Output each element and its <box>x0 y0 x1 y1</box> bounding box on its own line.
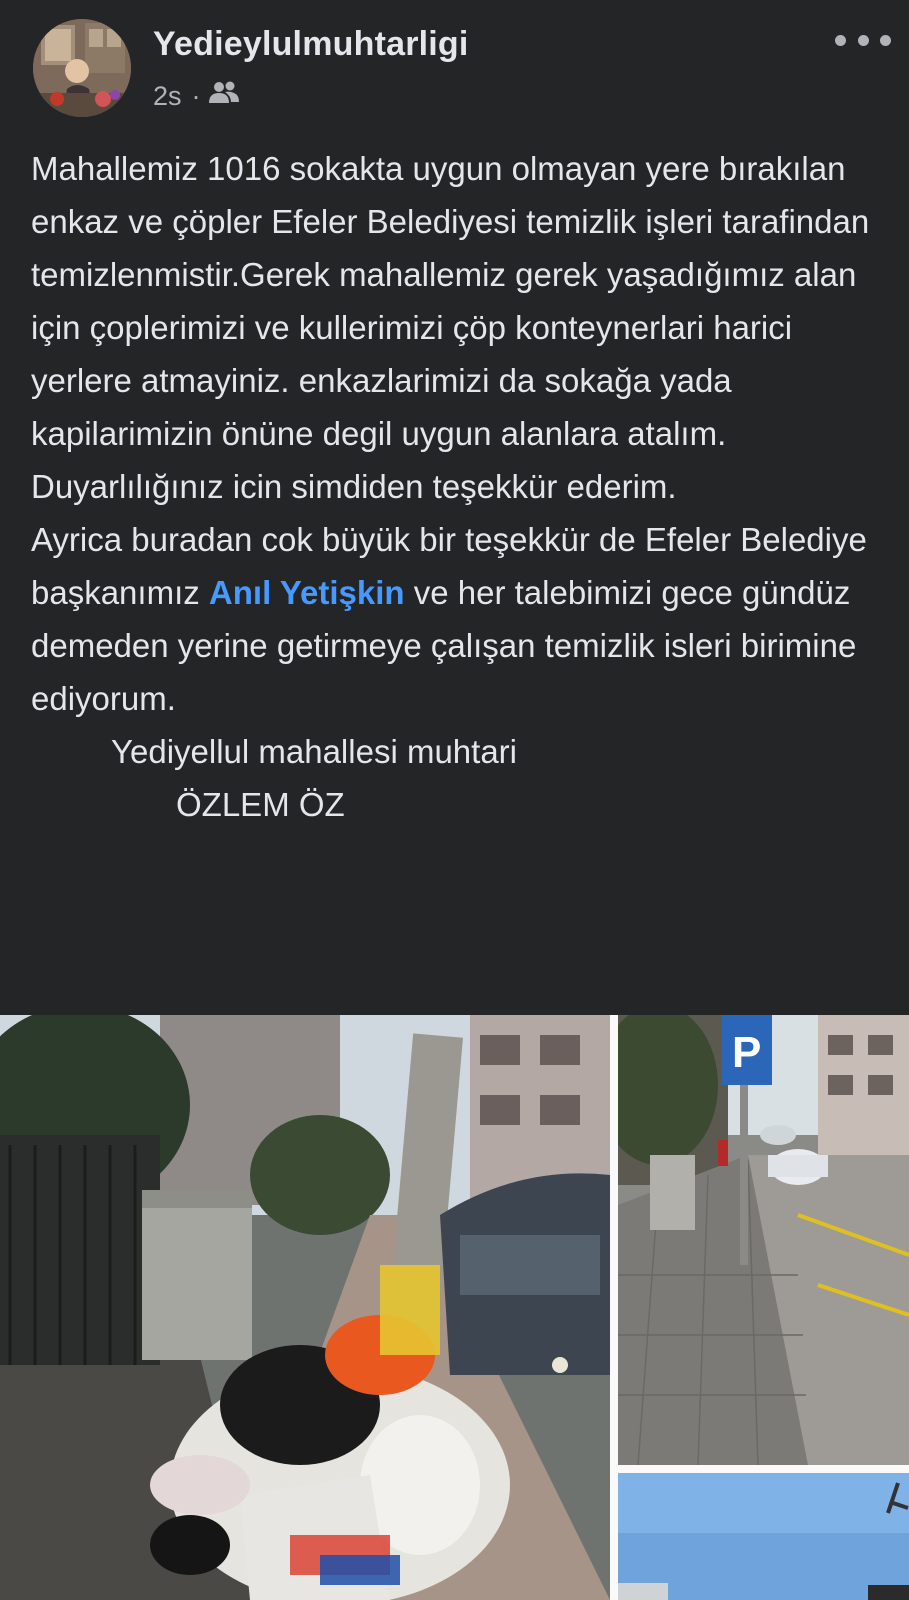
signature-title: Yediyellul mahallesi muhtari <box>111 733 517 770</box>
svg-text:P: P <box>732 1028 761 1077</box>
author-name[interactable]: Yedieylulmuhtarligi <box>153 25 469 64</box>
meta-separator: · <box>191 81 201 111</box>
friends-icon <box>208 81 239 112</box>
garbage-pile-photo[interactable] <box>0 1015 610 1600</box>
post-thanks: Ayrica buradan cok büyük bir teşekkür de… <box>31 513 891 725</box>
signature-name: ÖZLEM ÖZ <box>176 786 345 823</box>
post-header: Yedieylulmuhtarligi 2s · <box>0 0 909 130</box>
more-horizontal-icon[interactable] <box>835 26 891 54</box>
clean-sidewalk-photo[interactable]: P <box>618 1015 909 1465</box>
facebook-post: Yedieylulmuhtarligi 2s · Mahallemiz 1016… <box>0 0 909 1600</box>
sky-photo[interactable] <box>618 1473 909 1600</box>
mention-link[interactable]: Anıl Yetişkin <box>209 574 405 611</box>
post-paragraph: Mahallemiz 1016 sokakta uygun olmayan ye… <box>31 150 879 505</box>
author-avatar[interactable] <box>33 19 131 117</box>
post-body: Mahallemiz 1016 sokakta uygun olmayan ye… <box>31 142 891 831</box>
post-time[interactable]: 2s <box>153 81 182 112</box>
photo-grid: P <box>0 1015 909 1600</box>
post-meta: 2s · <box>153 81 239 112</box>
